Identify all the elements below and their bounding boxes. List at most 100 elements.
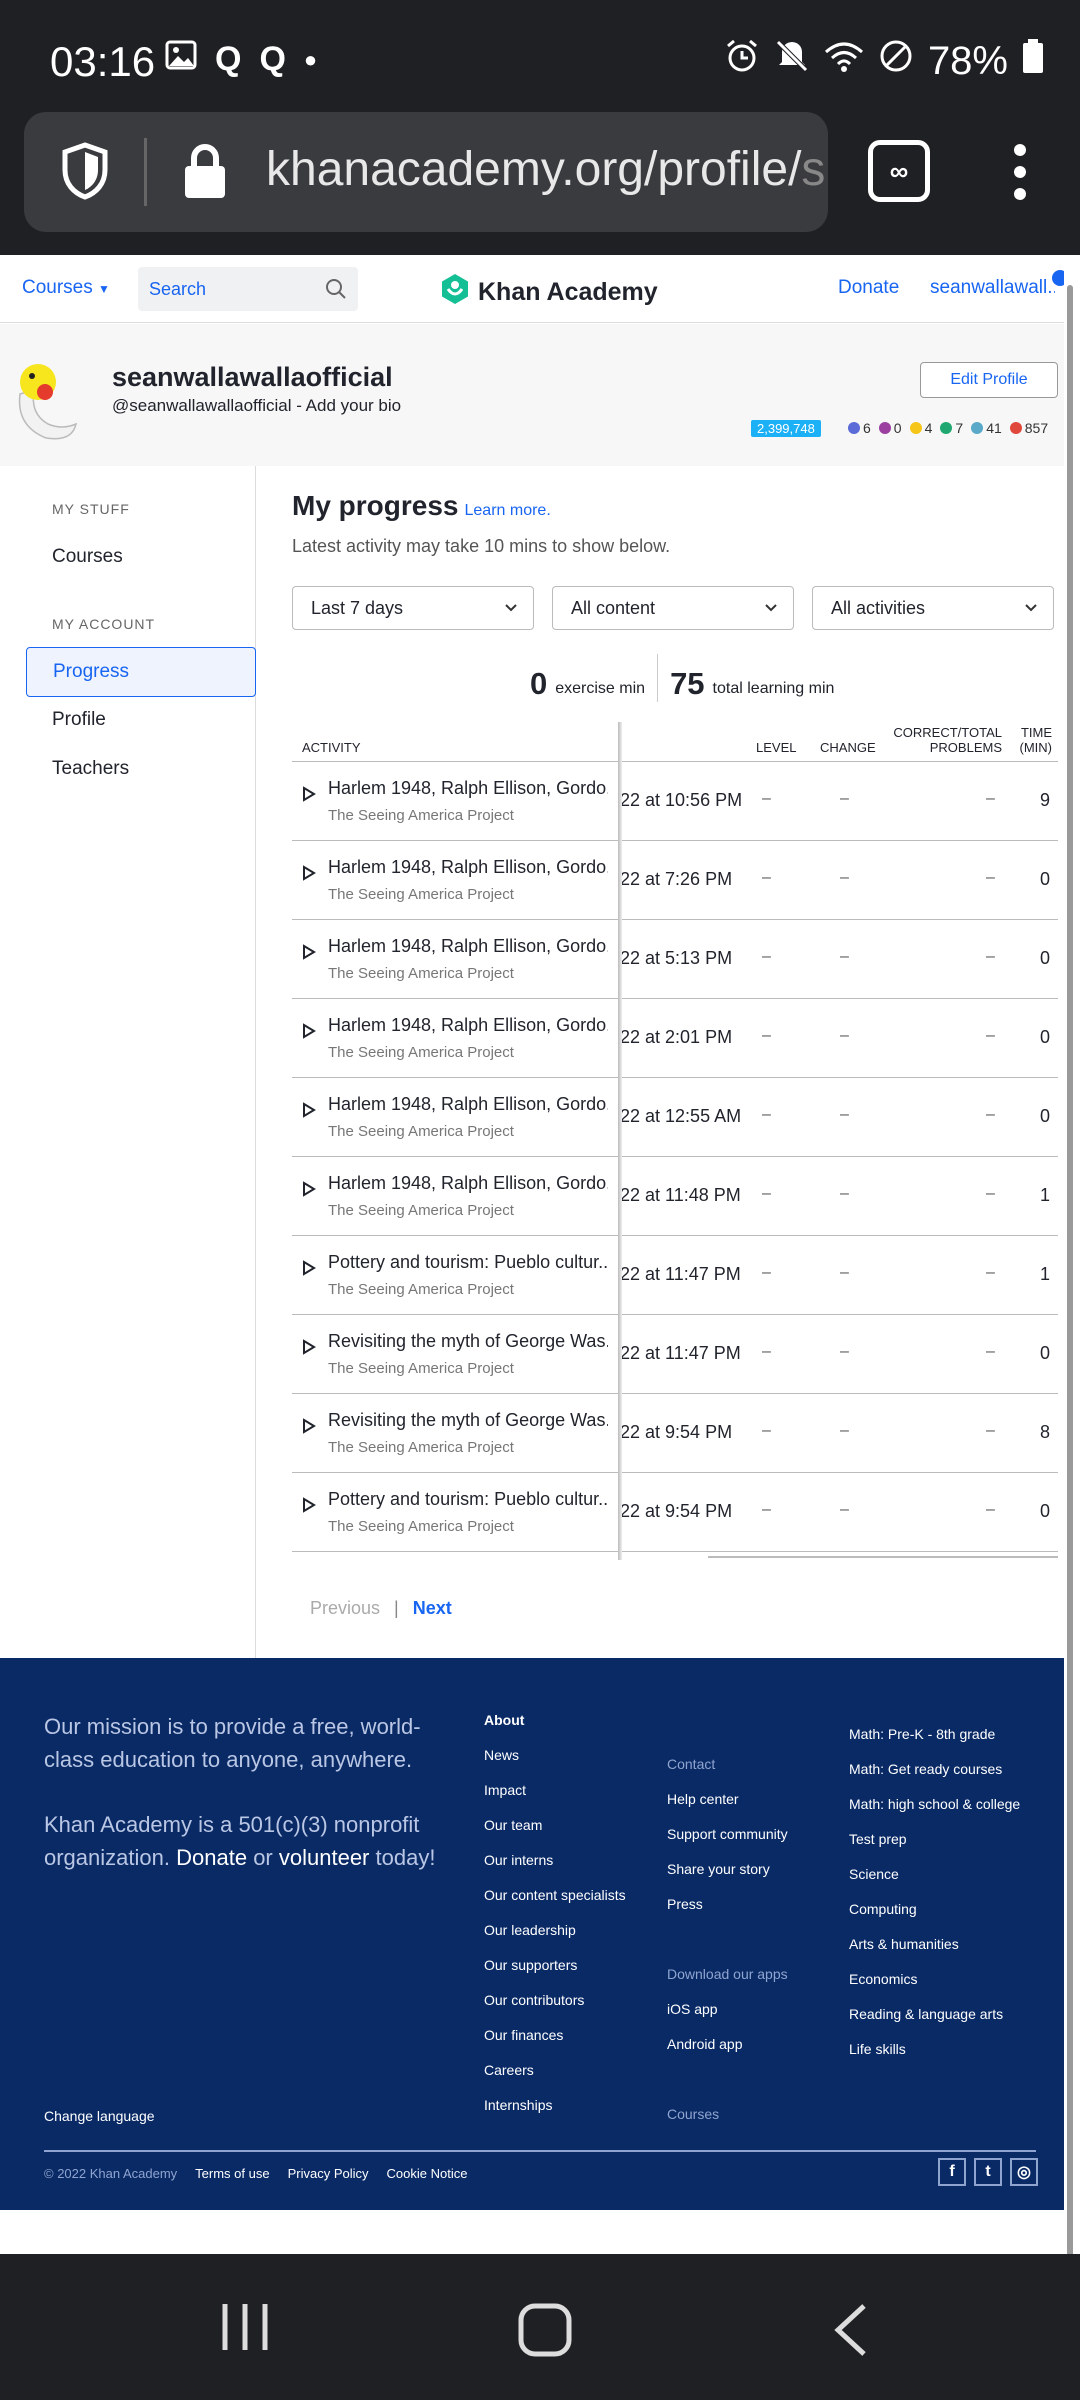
expand-arrow-icon[interactable]	[302, 1497, 316, 1518]
footer-link[interactable]: Our contributors	[484, 1992, 626, 2027]
table-row[interactable]: Harlem 1948, Ralph Ellison, Gordo... The …	[292, 1157, 1058, 1236]
expand-arrow-icon[interactable]	[302, 944, 316, 965]
footer-link[interactable]: Life skills	[849, 2041, 1020, 2076]
footer-link[interactable]: News	[484, 1747, 626, 1782]
footer-volunteer-link[interactable]: volunteer	[279, 1845, 370, 1870]
expand-arrow-icon[interactable]	[302, 1260, 316, 1281]
recent-apps-icon[interactable]	[220, 2302, 270, 2357]
table-row[interactable]: Harlem 1948, Ralph Ellison, Gordo... The …	[292, 999, 1058, 1078]
back-icon[interactable]	[832, 2302, 868, 2363]
courses-menu[interactable]: Courses ▼	[22, 277, 110, 299]
activity-name[interactable]: Revisiting the myth of George Was...	[328, 1331, 608, 1352]
footer-link[interactable]: Our team	[484, 1817, 626, 1852]
table-row[interactable]: Harlem 1948, Ralph Ellison, Gordo... The …	[292, 920, 1058, 999]
address-bar[interactable]: khanacademy.org/profile/se	[24, 112, 828, 232]
horizontal-scroll-track[interactable]	[708, 1556, 1058, 1558]
mute-icon	[774, 38, 810, 84]
footer-link[interactable]: Support community	[667, 1826, 788, 1861]
profile-handle[interactable]: @seanwallawallaofficial - Add your bio	[112, 396, 401, 416]
table-row[interactable]: Revisiting the myth of George Was... The …	[292, 1315, 1058, 1394]
home-icon[interactable]	[517, 2302, 573, 2363]
activity-name[interactable]: Harlem 1948, Ralph Ellison, Gordo...	[328, 1173, 608, 1194]
search-icon[interactable]	[324, 277, 348, 306]
footer-link[interactable]: Our finances	[484, 2027, 626, 2062]
footer-link[interactable]: Arts & humanities	[849, 1936, 1020, 1971]
badge-counts[interactable]: 6 0 4 7 41 857	[848, 420, 1048, 436]
footer-link[interactable]: Impact	[484, 1782, 626, 1817]
donate-link[interactable]: Donate	[838, 277, 899, 299]
footer-link[interactable]: Math: high school & college	[849, 1796, 1020, 1831]
search-input[interactable]: Search	[138, 267, 358, 311]
cookie-link[interactable]: Cookie Notice	[387, 2166, 468, 2181]
footer-link[interactable]: Android app	[667, 2036, 788, 2071]
expand-arrow-icon[interactable]	[302, 1102, 316, 1123]
shield-icon[interactable]	[60, 142, 110, 205]
learn-more-link[interactable]: Learn more.	[465, 502, 551, 519]
table-row[interactable]: Harlem 1948, Ralph Ellison, Gordo... The …	[292, 1078, 1058, 1157]
footer-link[interactable]: Economics	[849, 1971, 1020, 2006]
table-row[interactable]: Pottery and tourism: Pueblo cultur... The…	[292, 1236, 1058, 1315]
next-button[interactable]: Next	[413, 1598, 452, 1618]
activity-filter-dropdown[interactable]: All activities	[812, 586, 1054, 630]
activity-level: –	[762, 1501, 771, 1518]
activity-name[interactable]: Harlem 1948, Ralph Ellison, Gordo...	[328, 1015, 608, 1036]
footer-link[interactable]: Share your story	[667, 1861, 788, 1896]
content-filter-dropdown[interactable]: All content	[552, 586, 794, 630]
expand-arrow-icon[interactable]	[302, 865, 316, 886]
expand-arrow-icon[interactable]	[302, 1339, 316, 1360]
terms-link[interactable]: Terms of use	[195, 2166, 269, 2181]
change-language-link[interactable]: Change language	[44, 2108, 155, 2124]
more-menu-icon[interactable]	[1014, 144, 1026, 200]
footer-link[interactable]: Science	[849, 1866, 1020, 1901]
table-row[interactable]: Pottery and tourism: Pueblo cultur... The…	[292, 1473, 1058, 1552]
scrollbar-thumb[interactable]	[1067, 285, 1073, 2365]
previous-button[interactable]: Previous	[310, 1598, 380, 1618]
footer-link[interactable]: Internships	[484, 2097, 626, 2132]
lock-icon[interactable]	[182, 142, 228, 205]
expand-arrow-icon[interactable]	[302, 1023, 316, 1044]
user-menu[interactable]: seanwallawall...	[930, 277, 1055, 299]
footer-link[interactable]: Our interns	[484, 1852, 626, 1887]
activity-name[interactable]: Harlem 1948, Ralph Ellison, Gordo...	[328, 857, 608, 878]
footer-link[interactable]: Press	[667, 1896, 788, 1931]
table-row[interactable]: Revisiting the myth of George Was... The …	[292, 1394, 1058, 1473]
sidebar-item-teachers[interactable]: Teachers	[52, 758, 129, 780]
footer-link[interactable]: Math: Get ready courses	[849, 1761, 1020, 1796]
privacy-link[interactable]: Privacy Policy	[288, 2166, 369, 2181]
footer-link[interactable]: Computing	[849, 1901, 1020, 1936]
footer-link[interactable]: Our leadership	[484, 1922, 626, 1957]
url-text[interactable]: khanacademy.org/profile/se	[266, 142, 826, 197]
footer-link[interactable]: Our content specialists	[484, 1887, 626, 1922]
expand-arrow-icon[interactable]	[302, 1181, 316, 1202]
page-scrollbar[interactable]	[1064, 255, 1080, 2365]
table-row[interactable]: Harlem 1948, Ralph Ellison, Gordo... The …	[292, 762, 1058, 841]
activity-name[interactable]: Pottery and tourism: Pueblo cultur...	[328, 1252, 608, 1273]
footer-link[interactable]: iOS app	[667, 2001, 788, 2036]
activity-name[interactable]: Pottery and tourism: Pueblo cultur...	[328, 1489, 608, 1510]
twitter-icon[interactable]: t	[974, 2158, 1002, 2186]
activity-name[interactable]: Harlem 1948, Ralph Ellison, Gordo...	[328, 778, 608, 799]
expand-arrow-icon[interactable]	[302, 786, 316, 807]
footer-link[interactable]: Careers	[484, 2062, 626, 2097]
activity-name[interactable]: Harlem 1948, Ralph Ellison, Gordo...	[328, 1094, 608, 1115]
sidebar-item-progress[interactable]: Progress	[26, 647, 256, 697]
instagram-icon[interactable]: ◎	[1010, 2158, 1038, 2186]
khan-academy-logo[interactable]: Khan Academy	[440, 273, 658, 312]
footer-link[interactable]: Reading & language arts	[849, 2006, 1020, 2041]
sidebar-item-profile[interactable]: Profile	[52, 709, 106, 731]
footer-link[interactable]: Our supporters	[484, 1957, 626, 1992]
time-filter-dropdown[interactable]: Last 7 days	[292, 586, 534, 630]
footer-donate-link[interactable]: Donate	[176, 1845, 247, 1870]
expand-arrow-icon[interactable]	[302, 1418, 316, 1439]
facebook-icon[interactable]: f	[938, 2158, 966, 2186]
footer-link[interactable]: Help center	[667, 1791, 788, 1826]
activity-name[interactable]: Revisiting the myth of George Was...	[328, 1410, 608, 1431]
table-row[interactable]: Harlem 1948, Ralph Ellison, Gordo... The …	[292, 841, 1058, 920]
activity-name[interactable]: Harlem 1948, Ralph Ellison, Gordo...	[328, 936, 608, 957]
footer-link[interactable]: Math: Pre-K - 8th grade	[849, 1726, 1020, 1761]
sidebar-item-courses[interactable]: Courses	[52, 546, 123, 568]
avatar[interactable]	[12, 354, 86, 444]
tab-switcher-button[interactable]: ∞	[868, 140, 930, 202]
footer-link[interactable]: Test prep	[849, 1831, 1020, 1866]
edit-profile-button[interactable]: Edit Profile	[920, 362, 1058, 398]
